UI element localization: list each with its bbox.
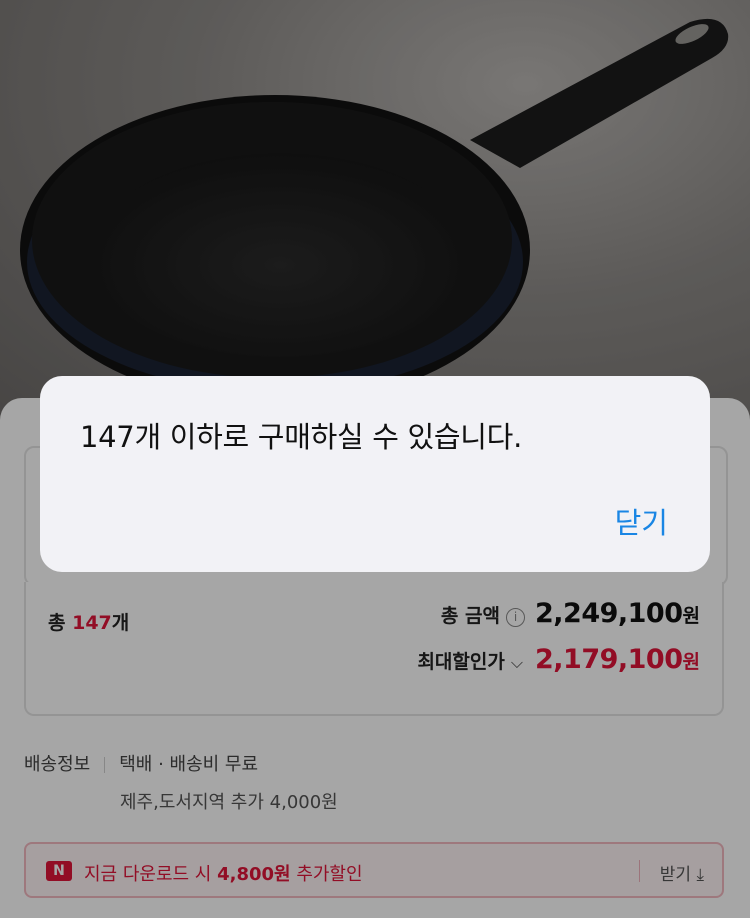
alert-message: 147개 이하로 구매하실 수 있습니다.	[80, 420, 522, 454]
close-button[interactable]: 닫기	[615, 500, 668, 542]
alert-dialog: 147개 이하로 구매하실 수 있습니다. 닫기	[40, 376, 710, 572]
